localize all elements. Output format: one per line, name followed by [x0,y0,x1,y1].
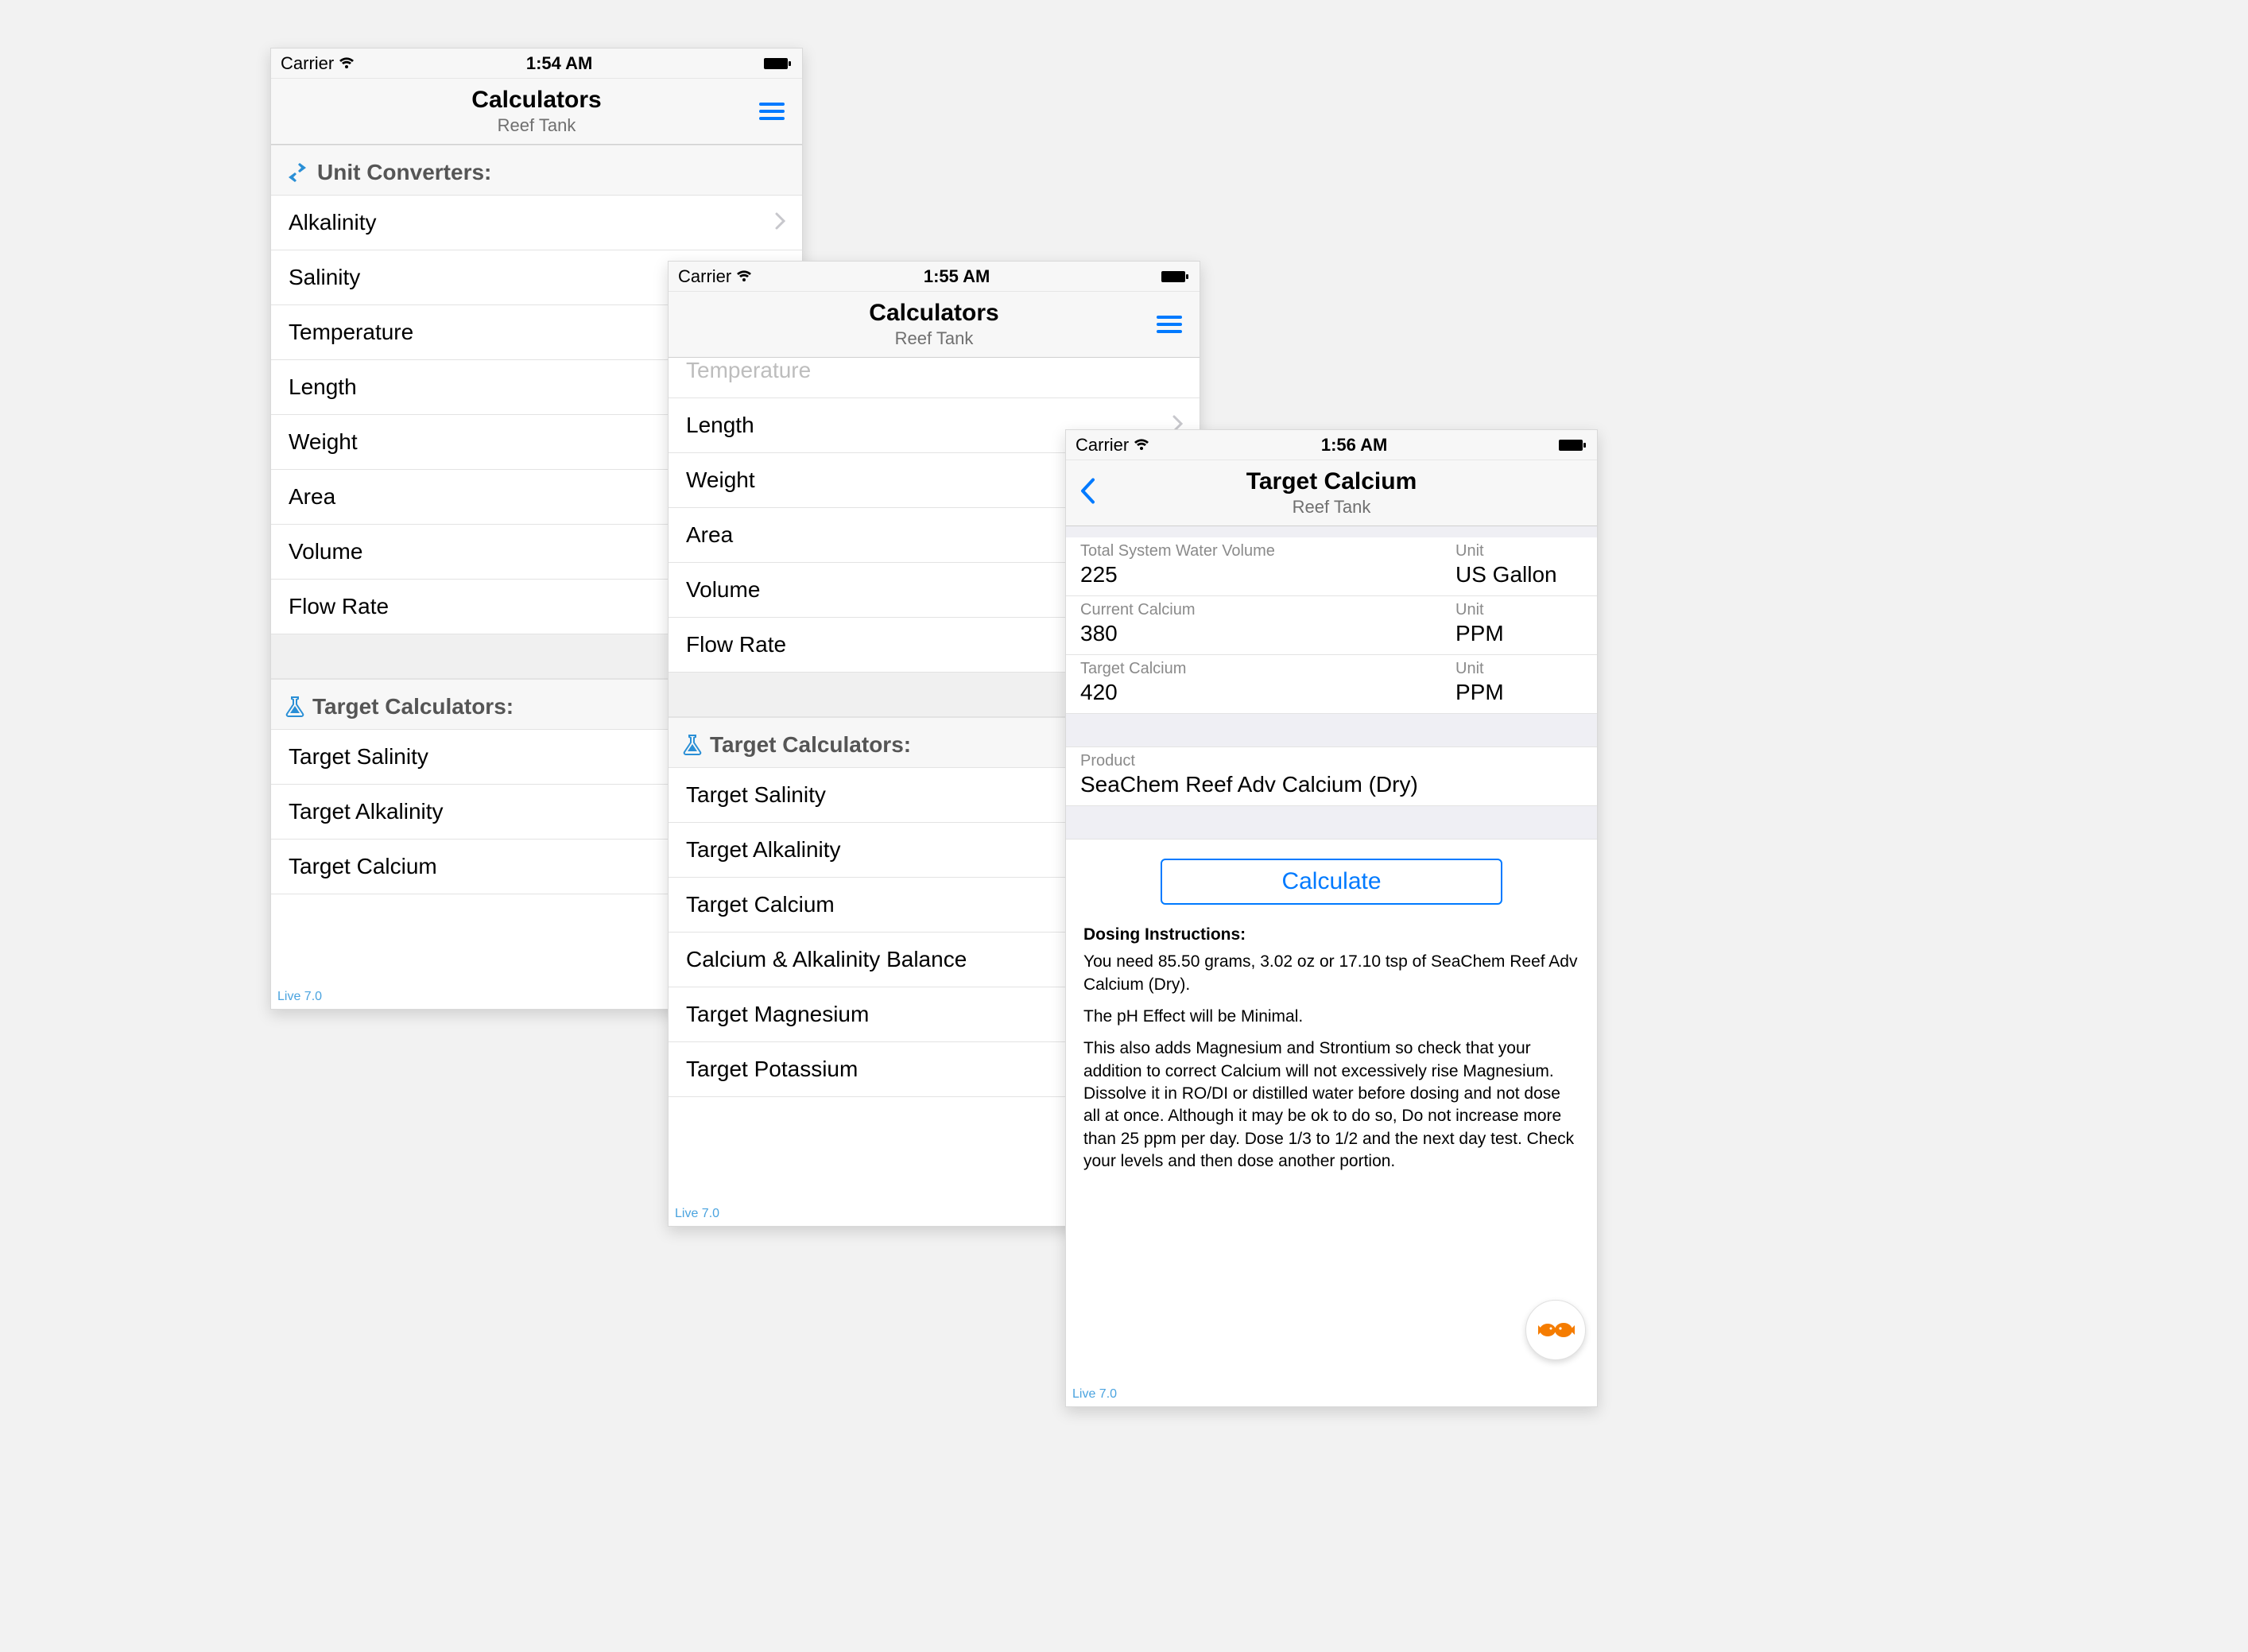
row-label: Salinity [289,265,360,289]
field-label: Unit [1455,542,1583,560]
menu-button[interactable] [759,99,785,124]
row-label: Weight [289,429,358,454]
form-gap [1066,714,1597,747]
instructions-title: Dosing Instructions: [1083,924,1579,946]
row-label: Temperature [289,320,413,344]
instructions-line: This also adds Magnesium and Strontium s… [1083,1037,1579,1173]
carrier-label: Carrier [678,266,731,287]
row-label: Weight [686,467,755,492]
carrier-label: Carrier [281,53,334,74]
page-title: Calculators [669,300,1200,327]
nav-bar: Calculators Reef Tank [669,292,1200,358]
field-value: 420 [1080,680,1455,705]
row-label: Area [289,484,335,509]
field-value: 380 [1080,621,1455,646]
field-label: Product [1080,752,1583,770]
form-row-product[interactable]: Product SeaChem Reef Adv Calcium (Dry) [1066,747,1597,806]
fish-icon [1537,1319,1575,1341]
field-label: Total System Water Volume [1080,542,1455,560]
carrier-label: Carrier [1076,435,1129,456]
row-label: Flow Rate [289,594,389,619]
field-value: PPM [1455,621,1583,646]
row-label: Calcium & Alkalinity Balance [686,947,967,971]
flask-icon [285,696,304,718]
section-label: Unit Converters: [317,160,491,185]
chevron-right-icon [775,210,786,235]
row-label: Target Alkalinity [686,837,841,862]
row-alkalinity[interactable]: Alkalinity [271,196,802,250]
section-label: Target Calculators: [710,732,911,758]
instructions-line: You need 85.50 grams, 3.02 oz or 17.10 t… [1083,951,1579,996]
battery-icon [764,57,793,70]
row-label: Volume [289,539,362,564]
field-label: Unit [1455,660,1583,678]
section-label: Target Calculators: [312,694,514,719]
row-label: Target Potassium [686,1057,858,1081]
battery-icon [1559,439,1587,452]
page-subtitle: Reef Tank [271,115,802,136]
dosing-instructions: Dosing Instructions: You need 85.50 gram… [1066,924,1597,1214]
clock: 1:56 AM [1321,435,1388,456]
field-value: PPM [1455,680,1583,705]
instructions-line: The pH Effect will be Minimal. [1083,1006,1579,1028]
menu-button[interactable] [1157,312,1182,337]
form-row-volume[interactable]: Total System Water Volume 225 Unit US Ga… [1066,537,1597,596]
row-temperature-partial[interactable]: Temperature [669,358,1200,398]
field-label: Unit [1455,601,1583,619]
row-label: Target Calcium [289,854,437,878]
section-unit-converters: Unit Converters: [271,145,802,196]
form-gap [1066,806,1597,840]
form-row-current-calcium[interactable]: Current Calcium 380 Unit PPM [1066,596,1597,655]
row-label: Target Magnesium [686,1002,869,1026]
wifi-icon [736,270,752,283]
row-label: Target Calcium [686,892,835,917]
row-label: Temperature [686,358,811,382]
status-bar: Carrier 1:56 AM [1066,430,1597,460]
page-subtitle: Reef Tank [669,328,1200,349]
footer-version: Live 7.0 [1066,1384,1597,1406]
back-button[interactable] [1079,478,1096,509]
row-label: Flow Rate [686,632,786,657]
field-value: 225 [1080,562,1455,588]
form-row-target-calcium[interactable]: Target Calcium 420 Unit PPM [1066,655,1597,714]
row-label: Target Alkalinity [289,799,444,824]
status-bar: Carrier 1:54 AM [271,48,802,79]
clock: 1:55 AM [924,266,990,287]
field-value: US Gallon [1455,562,1583,588]
chat-fab[interactable] [1525,1300,1586,1360]
wifi-icon [339,57,355,70]
field-label: Target Calcium [1080,660,1455,678]
calculate-button[interactable]: Calculate [1161,859,1502,905]
row-label: Length [686,413,754,437]
converter-icon [285,163,309,182]
clock: 1:54 AM [526,53,593,74]
row-label: Area [686,522,733,547]
nav-bar: Calculators Reef Tank [271,79,802,145]
row-label: Volume [686,577,760,602]
flask-icon [683,734,702,756]
field-value: SeaChem Reef Adv Calcium (Dry) [1080,772,1583,797]
status-bar: Carrier 1:55 AM [669,262,1200,292]
row-label: Alkalinity [289,210,376,235]
field-label: Current Calcium [1080,601,1455,619]
row-label: Target Salinity [289,744,428,769]
wifi-icon [1134,439,1149,452]
row-label: Length [289,374,357,399]
nav-bar: Target Calcium Reef Tank [1066,460,1597,526]
phone-screenshot-3: Carrier 1:56 AM Target Calcium Reef Tank… [1065,429,1598,1407]
page-title: Calculators [271,87,802,114]
page-subtitle: Reef Tank [1066,497,1597,518]
battery-icon [1161,270,1190,283]
page-title: Target Calcium [1066,468,1597,495]
row-label: Target Salinity [686,782,826,807]
